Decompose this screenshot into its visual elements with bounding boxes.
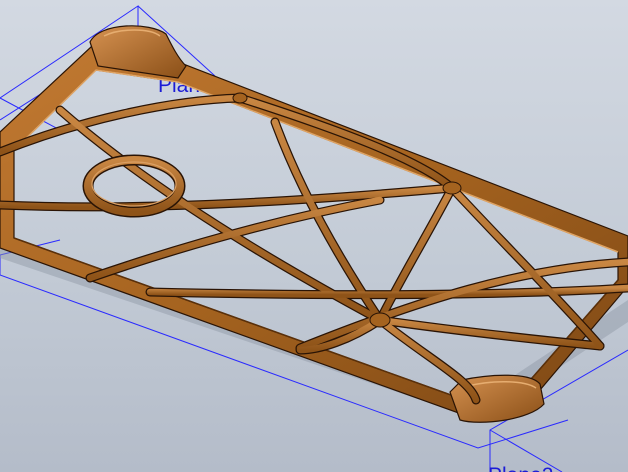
phone-case-model[interactable] bbox=[0, 25, 628, 423]
plane2-label[interactable]: Plane2 bbox=[488, 464, 553, 472]
model-viewport[interactable]: Plane3 Plane2 bbox=[0, 0, 628, 472]
